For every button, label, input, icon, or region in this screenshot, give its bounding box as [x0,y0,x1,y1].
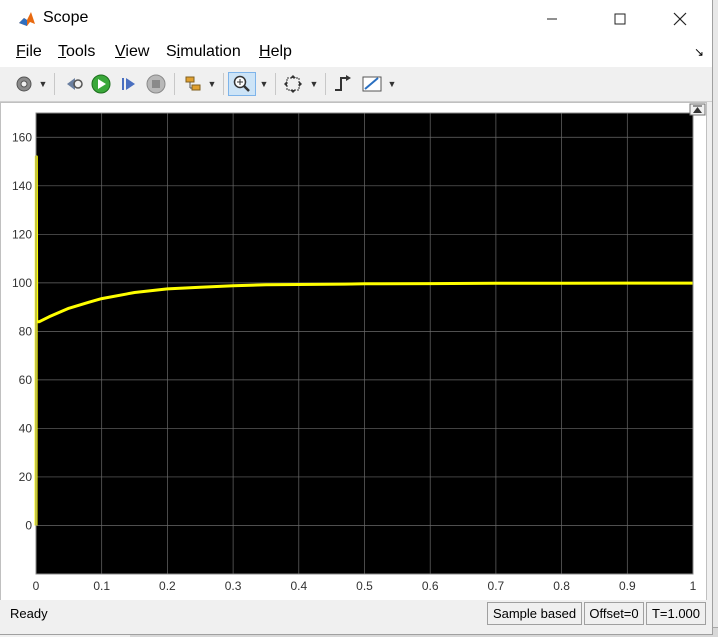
undock-axes-button[interactable] [689,103,706,116]
stop-button[interactable] [144,72,168,96]
y-tick-label: 20 [19,470,33,484]
x-tick-label: 0.2 [159,579,176,593]
autoscale-dropdown-icon[interactable]: ▼ [309,72,319,96]
y-tick-label: 60 [19,373,33,387]
y-tick-label: 40 [19,421,33,435]
highlight-dropdown-icon[interactable]: ▼ [207,72,217,96]
window-title: Scope [43,9,89,26]
x-tick-label: 0.1 [93,579,110,593]
maximize-button[interactable] [597,0,643,38]
sample-mode-box: Sample based [487,602,582,625]
close-button[interactable] [657,0,703,38]
x-tick-label: 0 [33,579,40,593]
y-tick-label: 100 [12,276,32,290]
highlight-block-icon [185,76,201,91]
settings-button[interactable] [12,72,36,96]
zoom-icon [233,75,250,92]
x-tick-label: 0.8 [553,579,570,593]
step-back-button[interactable] [62,72,86,96]
step-back-icon [67,78,83,90]
menu-simulation[interactable]: Simulation [166,43,241,61]
status-bar: Ready Sample based Offset=0 T=1.000 [0,600,712,627]
x-tick-label: 0.5 [356,579,373,593]
x-tick-label: 0.4 [290,579,307,593]
run-button[interactable] [89,72,113,96]
y-tick-label: 0 [25,518,32,532]
maximize-icon [614,13,626,25]
measurements-button[interactable] [360,72,384,96]
triggers-button[interactable] [331,72,355,96]
x-tick-label: 0.3 [225,579,242,593]
y-tick-label: 80 [19,324,33,338]
matlab-logo-icon [19,12,35,26]
y-tick-label: 160 [12,130,32,144]
dock-arrow-icon[interactable]: ↘ [694,45,704,59]
measurements-dropdown-icon[interactable]: ▼ [387,72,397,96]
measurements-icon [362,76,382,92]
x-tick-label: 0.7 [488,579,505,593]
toolbar-separator [174,73,175,95]
zoom-button[interactable] [228,72,256,96]
x-tick-label: 1 [690,579,697,593]
toolbar: ▼ ▼ ▼ ▼ ▼ [0,67,712,102]
time-box: T=1.000 [646,602,706,625]
toolbar-separator [223,73,224,95]
scope-plot[interactable]: 0 20 40 60 80 100 120 140 160 0 0.1 0.2 0.3 0.4 0.5 0.… [1,103,706,601]
gear-icon [16,76,32,92]
status-text: Ready [10,606,48,621]
triggers-icon [335,75,351,91]
autoscale-button[interactable] [281,72,305,96]
y-tick-label: 120 [12,227,32,241]
step-forward-icon [122,78,135,90]
autoscale-icon [284,75,302,93]
minimize-icon [547,18,557,20]
settings-dropdown-icon[interactable]: ▼ [38,72,48,96]
menu-help[interactable]: Help [259,43,292,61]
menu-tools[interactable]: Tools [58,43,95,61]
menu-bar: File Tools View Simulation Help ↘ [0,38,712,67]
toolbar-separator [325,73,326,95]
menu-view[interactable]: View [115,43,149,61]
step-forward-button[interactable] [117,72,141,96]
zoom-dropdown-icon[interactable]: ▼ [259,72,269,96]
stop-icon [146,74,166,94]
toolbar-separator [54,73,55,95]
x-tick-label: 0.6 [422,579,439,593]
highlight-block-button[interactable] [181,72,205,96]
toolbar-separator [275,73,276,95]
close-icon [673,12,687,26]
offset-box: Offset=0 [584,602,644,625]
y-tick-label: 140 [12,179,32,193]
x-tick-label: 0.9 [619,579,636,593]
run-icon [91,74,111,94]
title-bar[interactable]: Scope [0,0,712,38]
minimize-button[interactable] [529,0,575,38]
scope-display[interactable]: 0 20 40 60 80 100 120 140 160 0 0.1 0.2 0.3 0.4 0.5 0.… [0,102,707,602]
scope-window: Scope File Tools View Simulation Help ↘ … [0,0,713,635]
menu-file[interactable]: File [16,43,42,61]
